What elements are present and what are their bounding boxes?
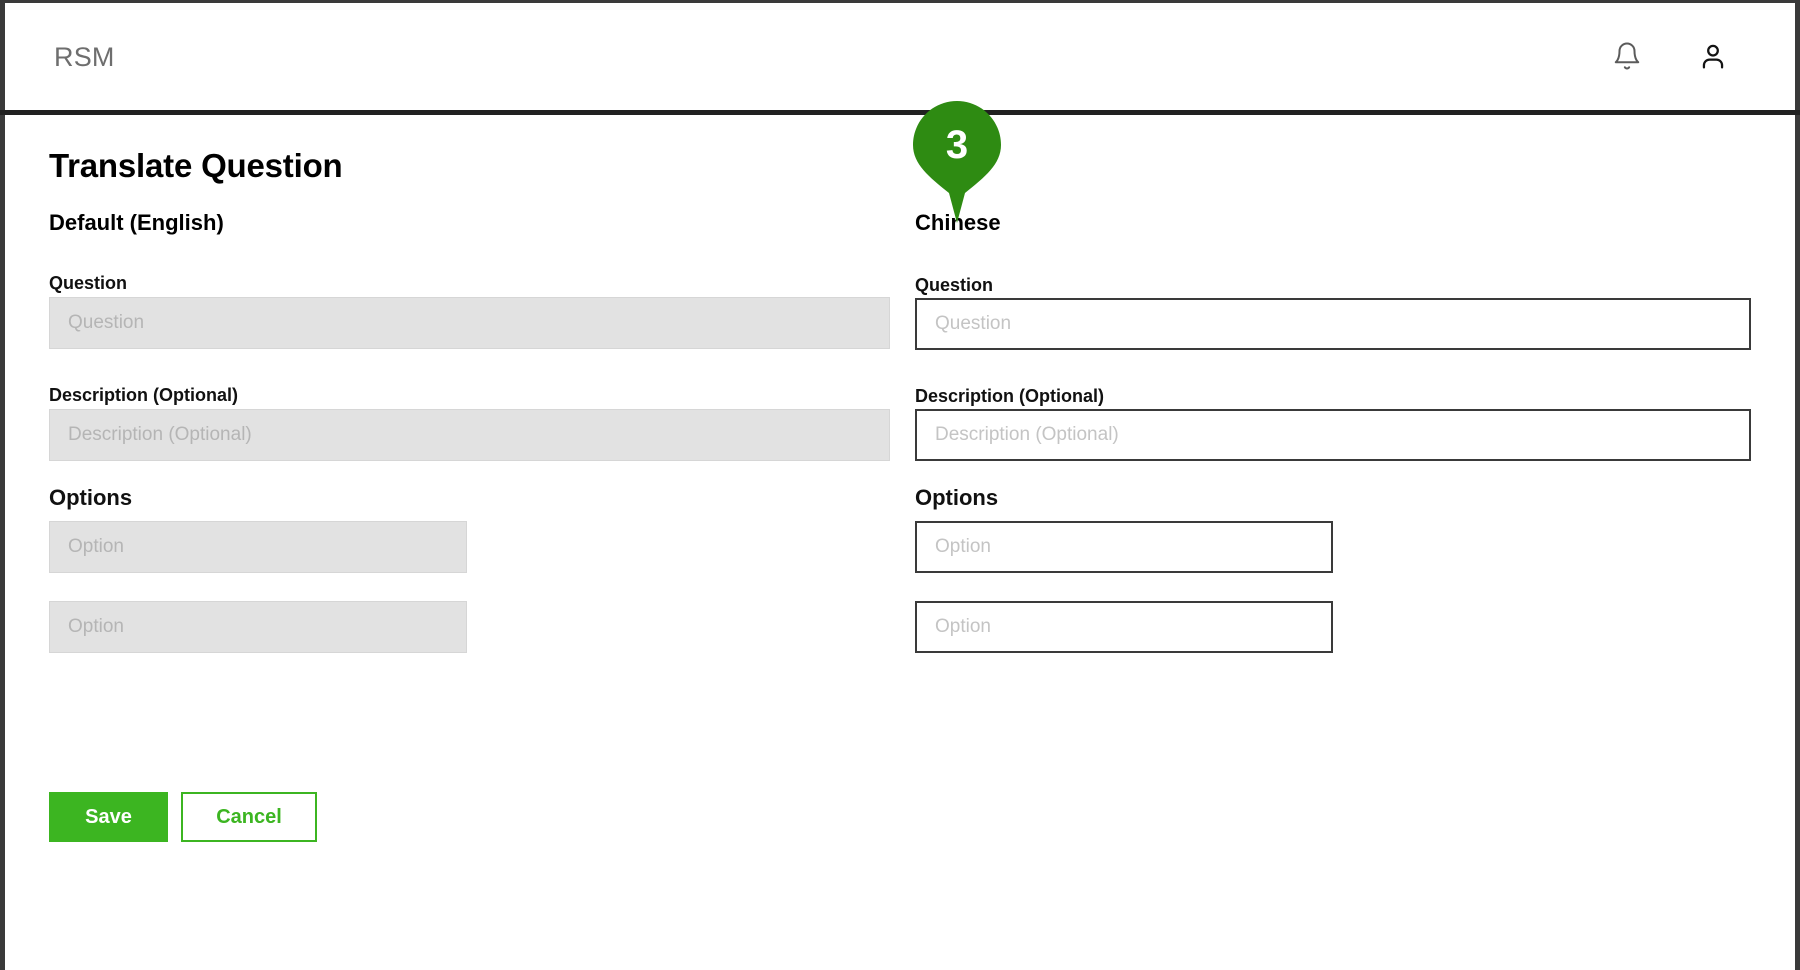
- window-right-border: [1795, 0, 1800, 970]
- target-description-input[interactable]: [915, 409, 1751, 461]
- app-window: RSM Translate Question Default (English)…: [0, 0, 1800, 970]
- cancel-button[interactable]: Cancel: [181, 792, 317, 842]
- source-description-input: [49, 409, 890, 461]
- source-options-label: Options: [49, 485, 133, 510]
- source-question-label: Question: [49, 273, 128, 293]
- target-language-heading: Chinese: [915, 210, 1001, 235]
- form-actions: Save Cancel: [49, 792, 317, 842]
- target-question-label: Question: [915, 275, 994, 295]
- target-question-input[interactable]: [915, 298, 1751, 350]
- person-icon: [1697, 39, 1729, 76]
- target-options-label: Options: [915, 485, 999, 510]
- target-description-label: Description (Optional): [915, 386, 1104, 406]
- save-button[interactable]: Save: [49, 792, 168, 842]
- source-language-heading: Default (English): [49, 210, 224, 235]
- source-option-input-2: [49, 601, 467, 653]
- main-content: Translate Question Default (English) Que…: [5, 115, 1795, 965]
- bell-icon: [1612, 40, 1642, 75]
- page-title: Translate Question: [49, 147, 343, 184]
- source-description-label: Description (Optional): [49, 385, 238, 405]
- target-option-input-2[interactable]: [915, 601, 1333, 653]
- account-button[interactable]: [1691, 35, 1735, 79]
- target-option-input-1[interactable]: [915, 521, 1333, 573]
- top-navigation-bar: RSM: [5, 3, 1795, 111]
- brand-logo[interactable]: RSM: [54, 42, 115, 73]
- source-option-input-1: [49, 521, 467, 573]
- source-question-input: [49, 297, 890, 349]
- notifications-button[interactable]: [1605, 35, 1649, 79]
- topbar-actions: [1605, 35, 1755, 79]
